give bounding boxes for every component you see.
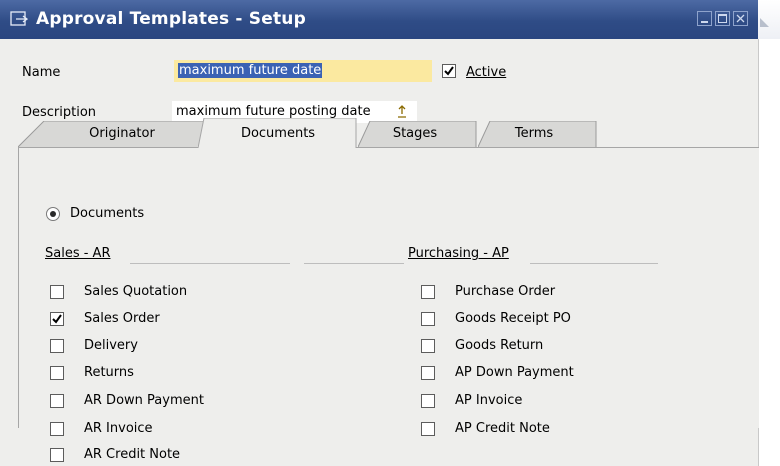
description-label: Description: [22, 105, 97, 120]
form-icon: [10, 11, 28, 26]
active-checkbox[interactable]: [442, 64, 456, 78]
checkmark-icon: [444, 66, 454, 76]
active-label: Active: [466, 65, 507, 80]
delivery-checkbox[interactable]: [50, 339, 64, 353]
ap-credit-note-checkbox[interactable]: [421, 422, 435, 436]
link-arrow-icon[interactable]: [397, 105, 407, 119]
documents-radio[interactable]: [46, 207, 60, 221]
sales-ar-header: Sales - AR: [45, 246, 111, 261]
ar-invoice-checkbox[interactable]: [50, 422, 64, 436]
purchasing-separator-left: [304, 263, 404, 264]
name-field-value: maximum future date: [178, 63, 323, 78]
maximize-button[interactable]: [715, 11, 730, 26]
close-icon: [736, 14, 745, 23]
purchase-order-checkbox[interactable]: [421, 285, 435, 299]
description-field-value: maximum future posting date: [176, 104, 371, 119]
tab-stages[interactable]: Stages: [358, 121, 478, 147]
title-bar[interactable]: Approval Templates - Setup: [0, 0, 758, 39]
goods-return-checkbox[interactable]: [421, 339, 435, 353]
minimize-button[interactable]: [697, 11, 712, 26]
tab-documents[interactable]: Documents: [198, 118, 358, 148]
purchasing-separator-right: [530, 263, 658, 264]
tab-terms[interactable]: Terms: [478, 121, 598, 147]
returns-checkbox[interactable]: [50, 366, 64, 380]
tab-originator[interactable]: Originator: [18, 121, 206, 147]
documents-radio-label: Documents: [70, 206, 145, 221]
background-window-edge: [758, 0, 780, 466]
checkmark-icon: [52, 314, 62, 324]
sales-separator: [130, 263, 290, 264]
sales-order-checkbox[interactable]: [50, 312, 64, 326]
ar-down-payment-checkbox[interactable]: [50, 394, 64, 408]
name-field[interactable]: maximum future date: [174, 60, 432, 82]
ar-credit-note-checkbox[interactable]: [50, 448, 64, 462]
ap-invoice-checkbox[interactable]: [421, 394, 435, 408]
close-button[interactable]: [733, 11, 748, 26]
purchasing-ap-header: Purchasing - AP: [408, 246, 509, 261]
window-title: Approval Templates - Setup: [36, 9, 306, 29]
sales-quotation-checkbox[interactable]: [50, 285, 64, 299]
goods-receipt-po-checkbox[interactable]: [421, 312, 435, 326]
name-label: Name: [22, 65, 61, 80]
ap-down-payment-checkbox[interactable]: [421, 366, 435, 380]
